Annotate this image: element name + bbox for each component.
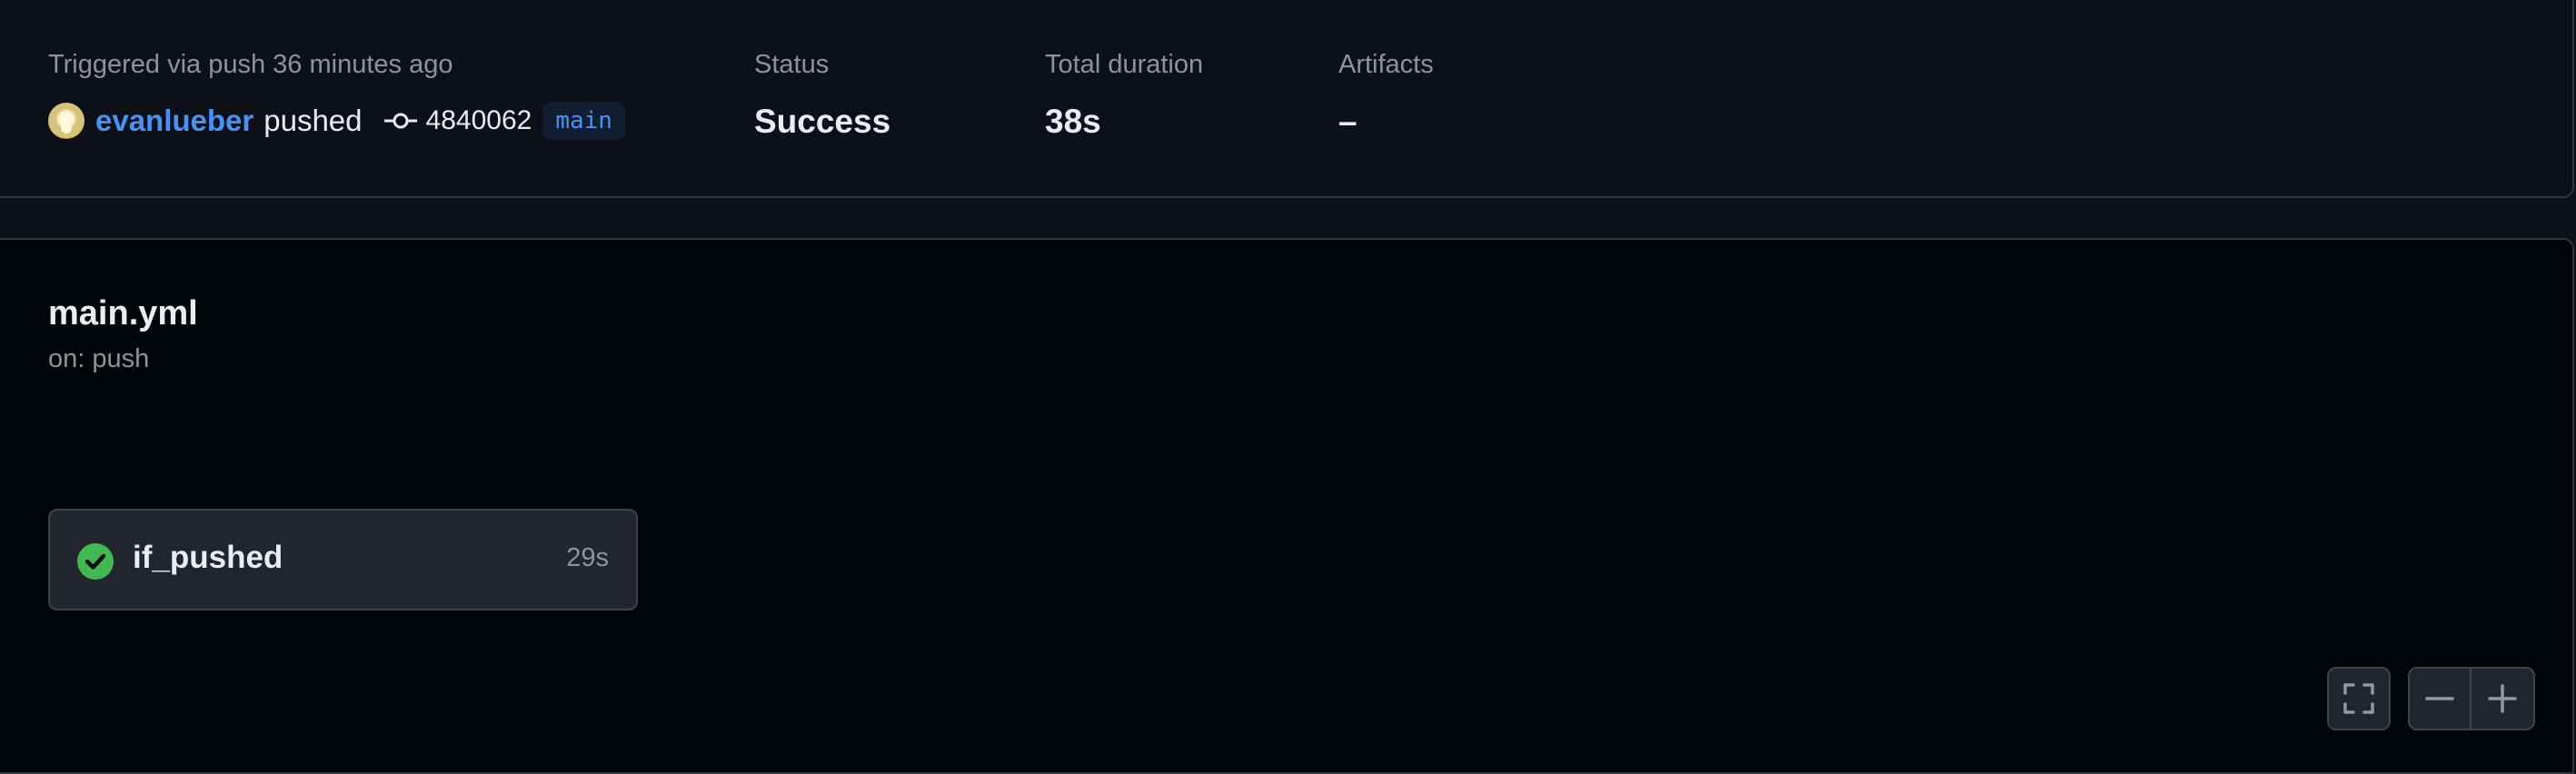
commit-sha-link[interactable]: 4840062 (426, 105, 532, 136)
artifacts-column: Artifacts – (1338, 47, 1434, 144)
artifacts-label: Artifacts (1338, 50, 1434, 79)
zoom-out-icon (2425, 697, 2454, 700)
workflow-trigger: on: push (48, 344, 150, 373)
zoom-in-icon (2488, 684, 2517, 713)
fullscreen-icon (2343, 683, 2374, 714)
duration-column: Total duration 38s (1045, 47, 1203, 144)
branch-badge[interactable]: main (542, 102, 625, 140)
zoom-controls (2408, 667, 2535, 730)
status-value: Success (754, 103, 891, 140)
git-commit-icon (383, 113, 417, 129)
trigger-details: evanlueber pushed 4840062 main (48, 98, 625, 144)
run-summary: Triggered via push 36 minutes ago evanlu… (0, 0, 2574, 198)
fullscreen-button[interactable] (2327, 667, 2391, 730)
duration-value: 38s (1045, 103, 1101, 140)
artifacts-value: – (1338, 103, 1358, 140)
duration-label: Total duration (1045, 50, 1204, 79)
trigger-column: Triggered via push 36 minutes ago evanlu… (48, 47, 625, 144)
workflow-graph: main.yml on: push if_pushed 29s (0, 238, 2574, 774)
status-label: Status (754, 50, 830, 79)
avatar[interactable] (48, 103, 85, 139)
actor-link[interactable]: evanlueber (95, 104, 254, 138)
job-name: if_pushed (133, 540, 283, 575)
zoom-in-button[interactable] (2472, 669, 2533, 729)
trigger-text: Triggered via push 36 minutes ago (48, 50, 453, 79)
job-duration: 29s (566, 543, 609, 572)
check-circle-icon (77, 543, 114, 580)
action-text: pushed (264, 104, 363, 137)
status-column: Status Success (754, 47, 890, 144)
job-card-if-pushed[interactable]: if_pushed 29s (48, 509, 638, 610)
workflow-file-name: main.yml (48, 294, 198, 332)
zoom-out-button[interactable] (2410, 669, 2472, 729)
